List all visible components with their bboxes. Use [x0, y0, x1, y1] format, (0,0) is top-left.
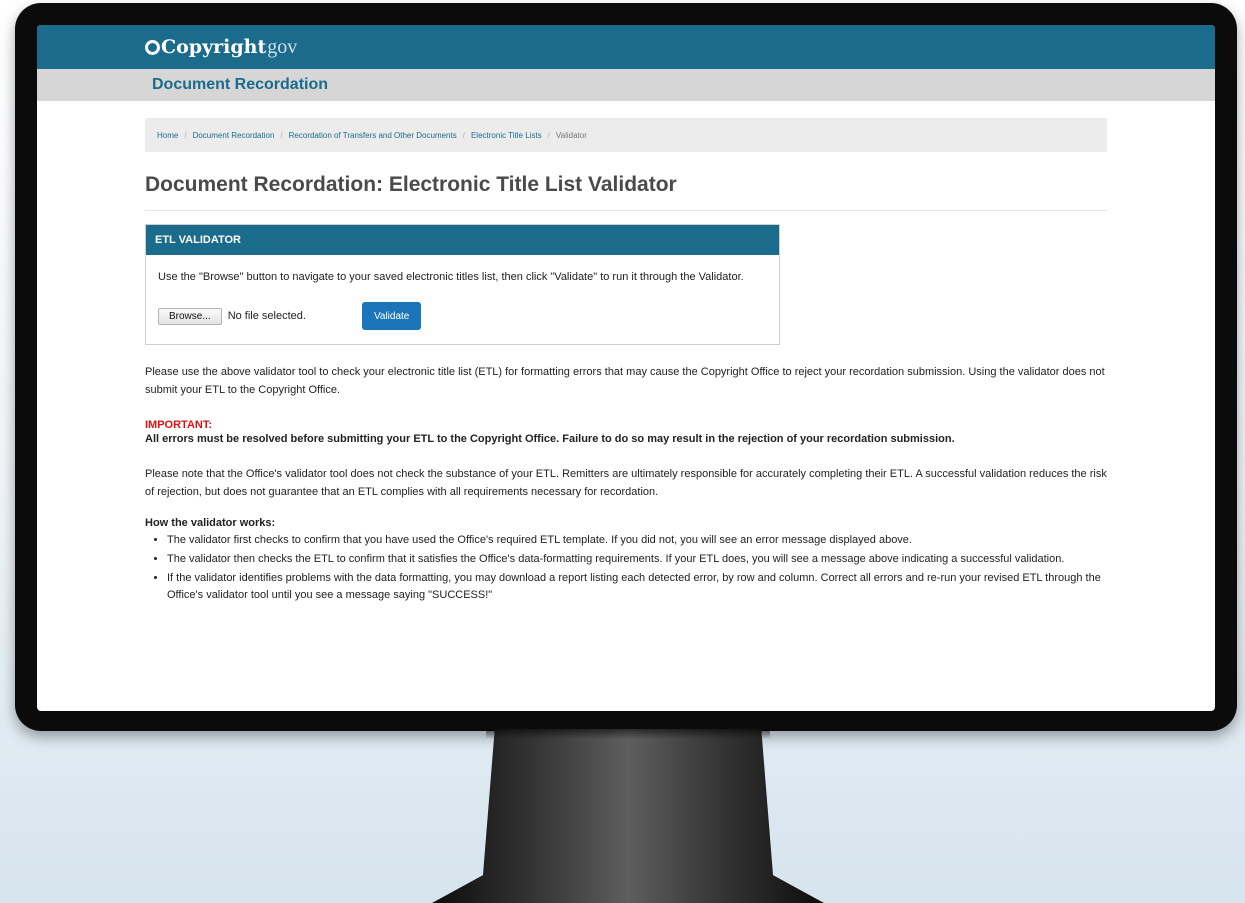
- file-status-text: No file selected.: [227, 309, 306, 322]
- breadcrumb-home[interactable]: Home: [157, 131, 178, 140]
- important-text: All errors must be resolved before submi…: [145, 433, 955, 445]
- breadcrumb-document-recordation[interactable]: Document Recordation: [193, 131, 275, 140]
- how-it-works-heading: How the validator works:: [145, 517, 276, 529]
- list-item: If the validator identifies problems wit…: [167, 570, 1107, 604]
- etl-validator-panel: ETL VALIDATOR Use the "Browse" button to…: [145, 224, 780, 345]
- breadcrumb-separator: /: [462, 130, 465, 140]
- copyright-gov-logo[interactable]: Copyright gov: [145, 36, 297, 59]
- copyright-c-icon: [145, 39, 160, 55]
- browser-screen: Copyright gov Document Recordation Home …: [37, 25, 1215, 711]
- main-content: Home / Document Recordation / Recordatio…: [37, 118, 1215, 604]
- breadcrumb-separator: /: [184, 130, 187, 140]
- list-item: The validator then checks the ETL to con…: [167, 551, 1107, 568]
- breadcrumb-current: Validator: [555, 130, 587, 140]
- breadcrumb-separator: /: [547, 130, 550, 140]
- section-title-link[interactable]: Document Recordation: [152, 76, 328, 94]
- breadcrumb-electronic-title-lists[interactable]: Electronic Title Lists: [471, 131, 542, 140]
- panel-heading: ETL VALIDATOR: [146, 225, 779, 255]
- intro-paragraph: Please use the above validator tool to c…: [145, 366, 1105, 396]
- important-label: IMPORTANT:: [145, 419, 213, 431]
- browse-button[interactable]: Browse...: [158, 307, 222, 325]
- monitor-stand-shadow: [486, 729, 770, 739]
- monitor-frame: Copyright gov Document Recordation Home …: [15, 3, 1237, 731]
- logo-suffix: gov: [267, 35, 298, 58]
- panel-body: Use the "Browse" button to navigate to y…: [146, 255, 779, 344]
- breadcrumb: Home / Document Recordation / Recordatio…: [145, 118, 1107, 152]
- file-upload-row: Browse... No file selected. Validate: [158, 302, 767, 330]
- note-paragraph: Please note that the Office's validator …: [145, 468, 1107, 498]
- breadcrumb-separator: /: [280, 130, 283, 140]
- how-it-works-list: The validator first checks to confirm th…: [145, 532, 1107, 604]
- list-item: The validator first checks to confirm th…: [167, 532, 1107, 549]
- page-title: Document Recordation: Electronic Title L…: [145, 173, 1107, 211]
- monitor-stand: [432, 729, 824, 903]
- section-bar: Document Recordation: [37, 69, 1215, 101]
- validator-instructions: Use the "Browse" button to navigate to y…: [158, 271, 744, 283]
- logo-text: Copyright: [161, 35, 267, 58]
- validate-button[interactable]: Validate: [361, 302, 422, 330]
- breadcrumb-recordation-of-transfers[interactable]: Recordation of Transfers and Other Docum…: [289, 131, 457, 140]
- site-header: Copyright gov: [37, 25, 1215, 69]
